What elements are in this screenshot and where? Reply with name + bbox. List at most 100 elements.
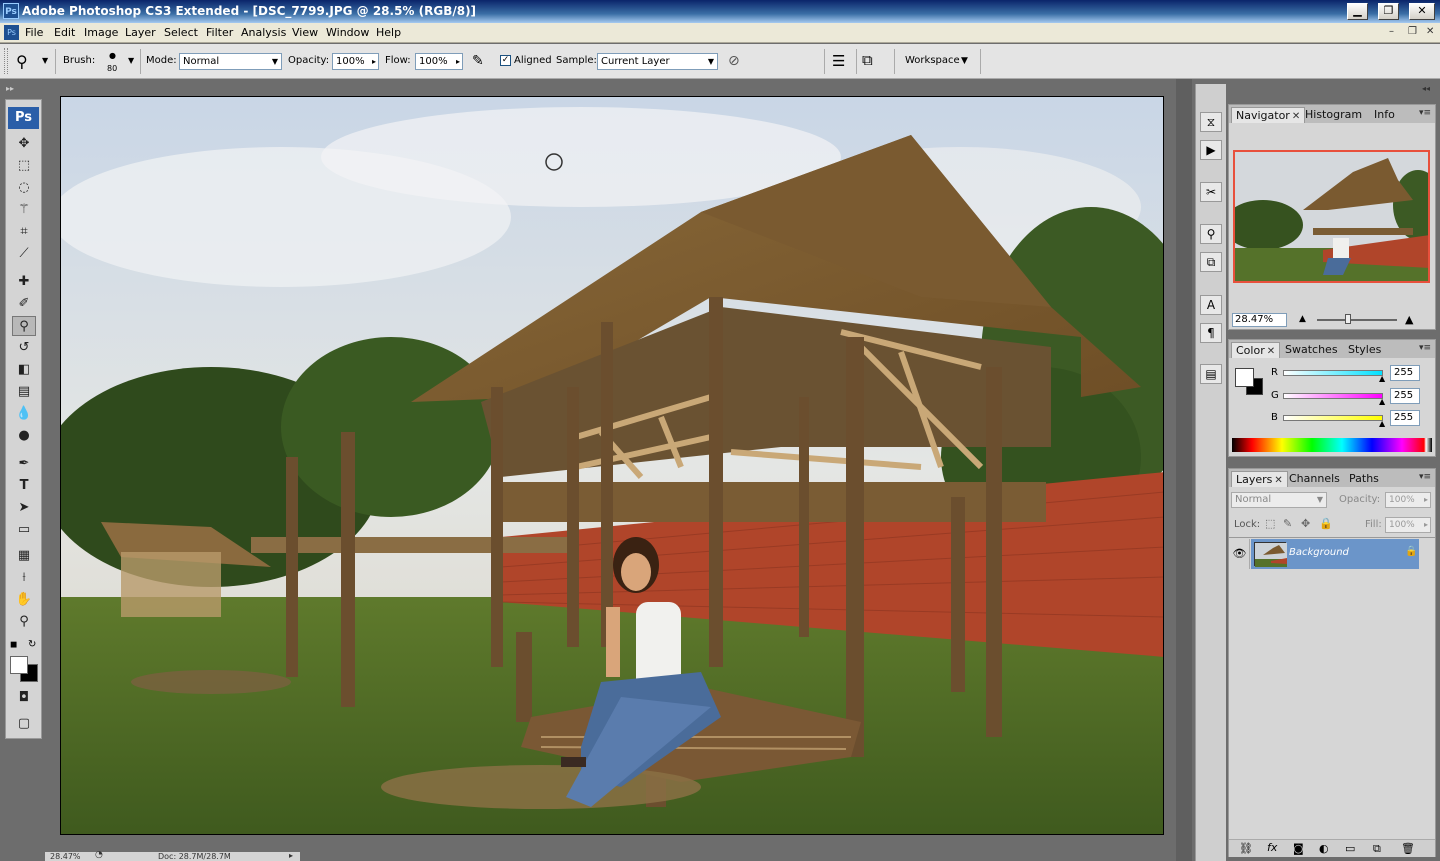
menu-view[interactable]: View: [292, 26, 318, 39]
panel-menu-icon[interactable]: ▾≡: [1419, 343, 1431, 353]
close-icon[interactable]: ✕: [1274, 475, 1282, 486]
adjustment-layer-icon[interactable]: ◐: [1319, 842, 1329, 855]
menu-window[interactable]: Window: [326, 26, 369, 39]
layer-style-icon[interactable]: fx: [1267, 841, 1277, 854]
menu-image[interactable]: Image: [84, 26, 118, 39]
new-layer-icon[interactable]: ⧉: [1373, 842, 1381, 856]
channel-g-slider[interactable]: [1283, 393, 1383, 399]
menu-layer[interactable]: Layer: [125, 26, 156, 39]
dodge-tool-icon[interactable]: ●: [12, 426, 36, 446]
link-layers-icon[interactable]: ⛓: [1239, 842, 1253, 855]
layer-comps-panel-icon[interactable]: ▤: [1200, 364, 1222, 384]
hand-tool-icon[interactable]: ✋: [12, 590, 36, 610]
channel-r-value[interactable]: 255: [1390, 365, 1420, 381]
menu-filter[interactable]: Filter: [206, 26, 233, 39]
character-panel-icon[interactable]: A: [1200, 295, 1222, 315]
channel-b-value[interactable]: 255: [1390, 410, 1420, 426]
document-icon[interactable]: Ps: [4, 25, 19, 40]
arrow-right-icon[interactable]: ▸: [372, 54, 376, 69]
menu-file[interactable]: File: [25, 26, 43, 39]
healing-brush-tool-icon[interactable]: ✚: [12, 272, 36, 292]
eraser-tool-icon[interactable]: ◧: [12, 360, 36, 380]
close-button[interactable]: ✕: [1409, 3, 1435, 20]
ignore-adjustment-layers-icon[interactable]: ⊘: [728, 53, 740, 69]
ps-logo-button[interactable]: Ps: [8, 107, 39, 129]
status-icon[interactable]: ◔: [95, 850, 103, 860]
clone-stamp-preset-icon[interactable]: ⚲: [16, 52, 28, 71]
menu-select[interactable]: Select: [164, 26, 198, 39]
eyedropper-tool-icon[interactable]: ⟊: [12, 568, 36, 588]
tab-channels[interactable]: Channels: [1285, 471, 1344, 487]
color-foreground-swatch[interactable]: [1235, 368, 1254, 387]
lasso-tool-icon[interactable]: ◌: [12, 178, 36, 198]
mode-dropdown[interactable]: Normal ▼: [179, 53, 282, 70]
tab-layers[interactable]: Layers ✕: [1231, 471, 1288, 487]
history-brush-tool-icon[interactable]: ↺: [12, 338, 36, 358]
channel-r-slider[interactable]: [1283, 370, 1383, 376]
maximize-button[interactable]: ❐: [1378, 3, 1399, 20]
airbrush-icon[interactable]: ✎: [472, 53, 484, 69]
brush-picker-chevron-icon[interactable]: ▼: [128, 56, 134, 65]
screen-mode-icon[interactable]: ▢: [12, 714, 36, 734]
layer-opacity-field[interactable]: 100% ▸: [1385, 492, 1431, 508]
path-selection-tool-icon[interactable]: ➤: [12, 498, 36, 518]
panels-collapse-icon[interactable]: ◂◂: [1422, 84, 1430, 93]
paragraph-panel-icon[interactable]: ¶: [1200, 323, 1222, 343]
channel-g-value[interactable]: 255: [1390, 388, 1420, 404]
lock-position-icon[interactable]: ✥: [1301, 517, 1310, 530]
zoom-in-icon[interactable]: ▲: [1405, 313, 1413, 326]
options-grip[interactable]: [4, 48, 8, 74]
slice-tool-icon[interactable]: ⟋: [12, 244, 36, 264]
navigator-thumbnail[interactable]: [1223, 150, 1440, 283]
close-icon[interactable]: ✕: [1267, 346, 1275, 357]
trash-icon[interactable]: 🗑: [1401, 842, 1415, 855]
flow-field[interactable]: 100% ▸: [415, 53, 463, 70]
color-spectrum-bar[interactable]: [1232, 438, 1432, 452]
history-panel-icon[interactable]: ⧖: [1200, 112, 1222, 132]
crop-tool-icon[interactable]: ⌗: [12, 222, 36, 242]
rectangle-tool-icon[interactable]: ▭: [12, 520, 36, 540]
menu-analysis[interactable]: Analysis: [241, 26, 286, 39]
arrow-right-icon[interactable]: ▸: [456, 54, 460, 69]
status-zoom[interactable]: 28.47%: [50, 852, 81, 861]
tab-info[interactable]: Info: [1370, 107, 1399, 123]
foreground-color-swatch[interactable]: [10, 656, 28, 674]
tab-color[interactable]: Color ✕: [1231, 342, 1281, 358]
navigator-zoom-field[interactable]: 28.47%: [1232, 313, 1287, 327]
slider-thumb-icon[interactable]: ▲: [1379, 374, 1385, 383]
marquee-tool-icon[interactable]: ⬚: [12, 156, 36, 176]
chevron-down-icon[interactable]: ▼: [961, 56, 968, 66]
magic-wand-tool-icon[interactable]: ⚚: [12, 200, 36, 220]
opacity-field[interactable]: 100% ▸: [332, 53, 379, 70]
zoom-slider[interactable]: [1317, 319, 1397, 321]
chevron-down-icon[interactable]: ▼: [42, 56, 48, 65]
swap-colors-icon[interactable]: ↻: [28, 639, 36, 650]
type-tool-icon[interactable]: T: [12, 476, 36, 496]
arrow-right-icon[interactable]: ▸: [1424, 518, 1428, 532]
quick-mask-icon[interactable]: ◘: [12, 688, 36, 708]
slider-thumb-icon[interactable]: ▲: [1379, 397, 1385, 406]
new-group-icon[interactable]: ▭: [1345, 842, 1355, 855]
clone-stamp-tool-icon[interactable]: ⚲: [12, 316, 36, 336]
blur-tool-icon[interactable]: 💧: [12, 404, 36, 424]
doc-close-button[interactable]: ✕: [1426, 26, 1434, 37]
bridge-icon[interactable]: ⧉: [862, 51, 873, 69]
brush-tool-icon[interactable]: ✐: [12, 294, 36, 314]
sample-dropdown[interactable]: Current Layer ▼: [597, 53, 718, 70]
default-colors-icon[interactable]: ◼: [10, 640, 17, 650]
layer-row-background[interactable]: Background 🔒: [1251, 539, 1419, 569]
zoom-out-icon[interactable]: ▲: [1299, 314, 1306, 324]
actions-panel-icon[interactable]: ▶: [1200, 140, 1222, 160]
tab-paths[interactable]: Paths: [1345, 471, 1383, 487]
lock-image-icon[interactable]: ✎: [1283, 517, 1292, 530]
doc-minimize-button[interactable]: –: [1389, 26, 1394, 37]
document-canvas[interactable]: [60, 96, 1164, 835]
brushes-panel-icon[interactable]: ⚲: [1200, 224, 1222, 244]
clone-source-panel-icon[interactable]: ⧉: [1200, 252, 1222, 272]
navigator-view-frame[interactable]: [1233, 150, 1430, 283]
panel-menu-icon[interactable]: ▾≡: [1419, 472, 1431, 482]
layer-mask-icon[interactable]: ◙: [1293, 842, 1304, 855]
tab-styles[interactable]: Styles: [1344, 342, 1385, 358]
workspace-button[interactable]: Workspace: [905, 55, 960, 66]
move-tool-icon[interactable]: ✥: [12, 134, 36, 154]
